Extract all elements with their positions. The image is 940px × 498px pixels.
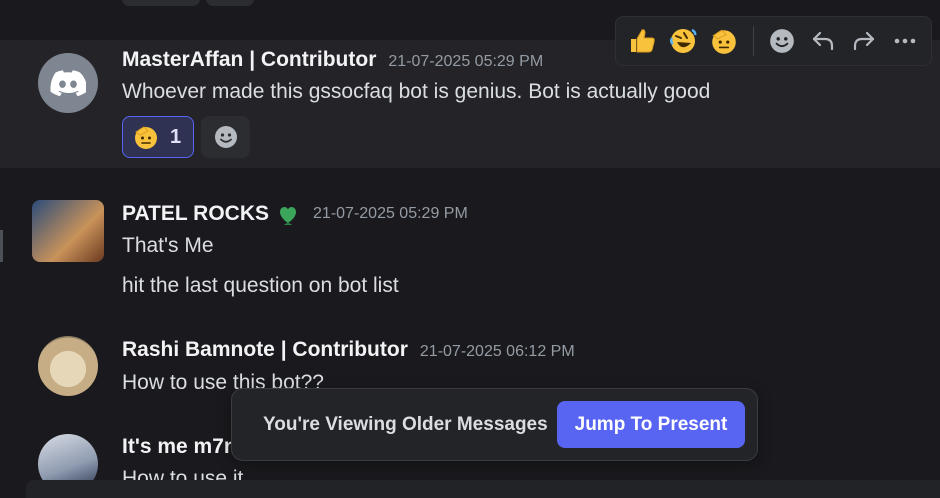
reply-icon (812, 31, 833, 51)
smiley-icon (770, 29, 794, 53)
add-reaction-button[interactable] (201, 116, 251, 158)
username[interactable]: Rashi Bamnote | Contributor (122, 338, 408, 362)
chat-view: MasterAffan | Contributor 21-07-2025 05:… (0, 0, 940, 498)
timestamp: 21-07-2025 05:29 PM (313, 205, 468, 222)
message-item[interactable]: PATEL ROCKS 21-07-2025 05:29 PM That's M… (0, 195, 940, 305)
role-badge-icon (280, 207, 297, 225)
reaction-saluting-face[interactable]: 1 (122, 116, 195, 158)
older-messages-text: You're Viewing Older Messages (263, 413, 548, 435)
more-dots-icon (894, 38, 915, 44)
quick-react-saluting-face[interactable] (706, 22, 743, 60)
username[interactable]: It's me m7n (122, 435, 237, 459)
timestamp: 21-07-2025 05:29 PM (388, 53, 544, 70)
more-options-button[interactable] (886, 22, 923, 60)
reaction-chip[interactable] (206, 0, 254, 6)
thumbs-up-icon (631, 29, 656, 53)
avatar[interactable] (38, 336, 98, 396)
reply-button[interactable] (804, 22, 841, 60)
add-reaction-button[interactable] (764, 22, 801, 60)
discord-logo-icon (50, 70, 86, 97)
saluting-face-icon (712, 29, 736, 54)
message-header: MasterAffan | Contributor 21-07-2025 05:… (122, 48, 543, 72)
avatar[interactable] (38, 53, 98, 113)
previous-message-reactions (122, 0, 254, 6)
reaction-bar: 1 (122, 116, 251, 158)
smiley-add-icon (214, 126, 237, 148)
older-messages-banner: You're Viewing Older Messages Jump To Pr… (231, 388, 758, 461)
timestamp: 21-07-2025 06:12 PM (419, 343, 575, 360)
message-actions-toolbar (615, 16, 932, 66)
username[interactable]: PATEL ROCKS (122, 202, 269, 226)
message-header: Rashi Bamnote | Contributor 21-07-2025 0… (122, 338, 575, 362)
quick-react-thumbs-up[interactable] (624, 22, 661, 60)
message-composer[interactable] (26, 480, 940, 498)
reaction-chip[interactable] (122, 0, 200, 6)
message-text: hit the last question on bot list (122, 274, 399, 297)
forward-button[interactable] (845, 22, 882, 60)
quick-react-rofl[interactable] (665, 22, 702, 60)
message-header: PATEL ROCKS 21-07-2025 05:29 PM (122, 201, 468, 227)
toolbar-divider (752, 26, 754, 56)
forward-icon (853, 31, 874, 51)
rolling-on-floor-laughing-icon (670, 28, 697, 53)
username[interactable]: MasterAffan | Contributor (122, 48, 376, 72)
jump-to-present-button[interactable]: Jump To Present (557, 401, 745, 448)
message-text: Whoever made this gssocfaq bot is genius… (122, 80, 711, 103)
message-text: That's Me (122, 234, 214, 257)
message-header: It's me m7n (122, 435, 237, 459)
saluting-face-icon (135, 126, 157, 149)
avatar[interactable] (32, 200, 104, 262)
reaction-count: 1 (170, 125, 182, 148)
